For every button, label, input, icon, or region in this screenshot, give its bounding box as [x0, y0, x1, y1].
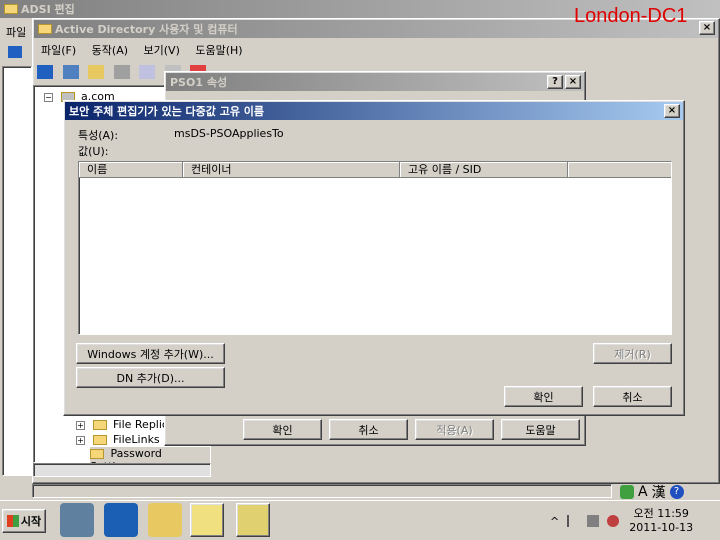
windows-logo-icon — [6, 515, 19, 527]
status-bar — [32, 484, 612, 498]
menu-view[interactable]: 보기(V) — [144, 44, 180, 57]
menu-help[interactable]: 도움말(H) — [195, 44, 242, 57]
attribute-label: 특성(A): — [78, 129, 119, 142]
server-watermark: London-DC1 — [574, 5, 688, 27]
attribute-value: msDS-PSOAppliesTo — [174, 127, 284, 140]
start-label: 시작 — [20, 515, 42, 528]
editor-dialog: 보안 주체 편집기가 있는 다중값 고유 이름 × 특성(A): msDS-PS… — [63, 100, 685, 416]
column-header-filler — [568, 162, 671, 178]
column-header-name[interactable]: 이름 — [79, 162, 183, 178]
pso-apply-button[interactable]: 적용(A) — [415, 419, 494, 440]
menu-action[interactable]: 동작(A) — [92, 44, 128, 57]
adsi-app-icon — [4, 4, 18, 14]
adsi-toolbar-back-icon[interactable] — [8, 46, 22, 58]
up-folder-icon[interactable] — [88, 65, 104, 79]
column-header-dn-sid[interactable]: 고유 이름 / SID — [400, 162, 568, 178]
folder-icon — [90, 449, 104, 459]
pso-cancel-button[interactable]: 취소 — [329, 419, 408, 440]
back-icon[interactable] — [37, 65, 53, 79]
pso-close-button[interactable]: × — [565, 75, 581, 89]
ime-icon[interactable] — [620, 485, 634, 499]
editor-titlebar[interactable]: 보안 주체 편집기가 있는 다중값 고유 이름 — [65, 102, 683, 120]
aduc-app-icon — [38, 24, 52, 34]
network-icon[interactable] — [587, 515, 600, 527]
pso-titlebar[interactable]: PSO1 속성 — [166, 73, 584, 91]
adsi-menu-file[interactable]: 파일 — [6, 24, 26, 40]
aduc-hscroll[interactable] — [33, 463, 211, 477]
menu-file[interactable]: 파일(F) — [41, 44, 76, 57]
pso-title: PSO1 속성 — [170, 76, 228, 89]
editor-cancel-button[interactable]: 취소 — [593, 386, 672, 407]
column-header-container[interactable]: 컨테이너 — [183, 162, 400, 178]
help-icon[interactable]: ? — [669, 485, 684, 499]
pso-help-button[interactable]: ? — [547, 75, 563, 89]
aduc-menubar: 파일(F) 동작(A) 보기(V) 도움말(H) — [41, 42, 255, 58]
pso-ok-button[interactable]: 확인 — [243, 419, 322, 440]
tree-item[interactable]: + FileLinks — [76, 433, 160, 446]
pso-help-text-button[interactable]: 도움말 — [501, 419, 580, 440]
adsi-left-tree[interactable] — [2, 66, 32, 476]
flag-icon[interactable] — [567, 515, 579, 527]
clock-time: 오전 11:59 — [633, 507, 689, 520]
aduc-task-icon[interactable] — [190, 503, 224, 537]
values-list[interactable]: 이름 컨테이너 고유 이름 / SID — [78, 161, 672, 335]
show-tree-icon[interactable] — [113, 65, 130, 79]
tray-expand-icon[interactable]: ^ — [550, 515, 559, 528]
tray: ^ 오전 11:59 2011-10-13 — [550, 506, 718, 536]
clock-date: 2011-10-13 — [629, 521, 694, 534]
add-windows-account-button[interactable]: Windows 계정 추가(W)... — [76, 343, 225, 364]
volume-icon[interactable] — [607, 515, 620, 527]
aduc-title: Active Directory 사용자 및 컴퓨터 — [55, 23, 238, 36]
language-bar: A 漢 ? — [620, 482, 684, 502]
values-label: 값(U): — [78, 145, 109, 158]
editor-close-button[interactable]: × — [664, 104, 680, 118]
editor-title: 보안 주체 편집기가 있는 다중값 고유 이름 — [69, 105, 265, 118]
forward-icon[interactable] — [62, 65, 79, 79]
tree-item-label: FileLinks — [113, 433, 160, 446]
explorer-icon[interactable] — [148, 503, 182, 537]
ime-mode-han[interactable]: 漢 — [652, 482, 666, 502]
server-manager-icon[interactable] — [60, 503, 94, 537]
ime-mode-a[interactable]: A — [638, 484, 648, 500]
start-button[interactable]: 시작 — [2, 509, 46, 533]
clock[interactable]: 오전 11:59 2011-10-13 — [629, 507, 693, 535]
adsi-title: ADSI 편집 — [21, 3, 75, 16]
adsi-task-icon[interactable] — [236, 503, 270, 537]
powershell-icon[interactable] — [104, 503, 138, 537]
tree-item[interactable]: + File Replica — [76, 418, 175, 431]
folder-icon — [92, 435, 107, 445]
remove-button[interactable]: 제거(R) — [593, 343, 672, 364]
add-dn-button[interactable]: DN 추가(D)... — [76, 367, 225, 388]
cut-icon[interactable] — [139, 65, 155, 79]
editor-ok-button[interactable]: 확인 — [504, 386, 583, 407]
folder-icon — [92, 420, 107, 430]
aduc-close-button[interactable]: × — [699, 21, 715, 35]
